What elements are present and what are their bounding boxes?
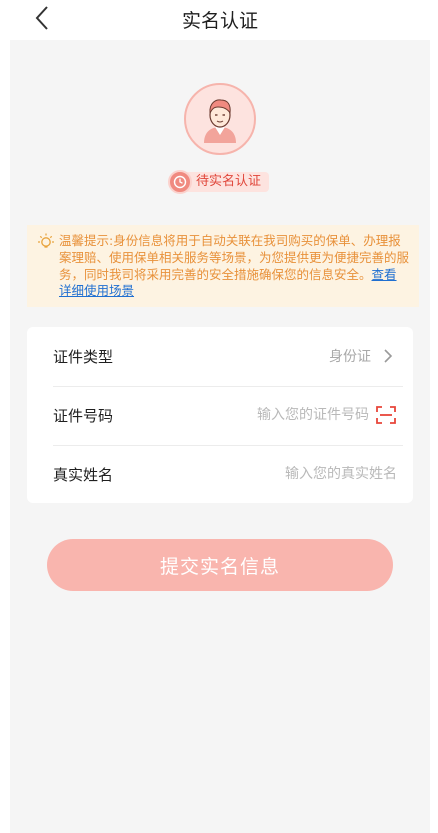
divider bbox=[53, 445, 403, 446]
scan-icon[interactable] bbox=[375, 405, 397, 425]
privacy-tip: 温馨提示:身份信息将用于自动关联在我司购买的保单、办理报案理赔、使用保单相关服务… bbox=[27, 225, 419, 307]
id-type-label: 证件类型 bbox=[53, 347, 114, 366]
tip-text: 温馨提示:身份信息将用于自动关联在我司购买的保单、办理报案理赔、使用保单相关服务… bbox=[59, 233, 410, 282]
status-badge: 待实名认证 bbox=[168, 170, 270, 194]
id-type-row[interactable]: 证件类型 身份证 bbox=[27, 327, 413, 385]
id-type-value: 身份证 bbox=[329, 349, 371, 365]
page: 实名认证 待实名认证 温馨提示:身份信息将用于自动关联在我司购买的保单、办理报案… bbox=[0, 0, 438, 833]
submit-button[interactable]: 提交实名信息 bbox=[47, 539, 393, 591]
clock-icon bbox=[168, 170, 192, 194]
status-badge-label: 待实名认证 bbox=[184, 172, 270, 192]
chevron-right-icon bbox=[384, 349, 393, 363]
id-number-input[interactable] bbox=[219, 407, 369, 423]
lightbulb-icon bbox=[38, 233, 54, 248]
real-name-input[interactable] bbox=[247, 466, 397, 482]
user-avatar-icon bbox=[204, 99, 236, 143]
nav-bar: 实名认证 bbox=[10, 0, 430, 40]
identity-form: 证件类型 身份证 证件号码 输入您的证件号码 真实姓名 输入您的真实姓名 bbox=[27, 327, 413, 503]
avatar bbox=[184, 83, 256, 155]
page-title: 实名认证 bbox=[181, 10, 258, 32]
screen: 实名认证 待实名认证 温馨提示:身份信息将用于自动关联在我司购买的保单、办理报案… bbox=[10, 0, 430, 833]
real-name-label: 真实姓名 bbox=[53, 465, 114, 484]
id-number-label: 证件号码 bbox=[53, 406, 114, 425]
id-number-row: 证件号码 bbox=[27, 386, 413, 444]
divider bbox=[53, 386, 403, 387]
real-name-row: 真实姓名 bbox=[27, 445, 413, 503]
